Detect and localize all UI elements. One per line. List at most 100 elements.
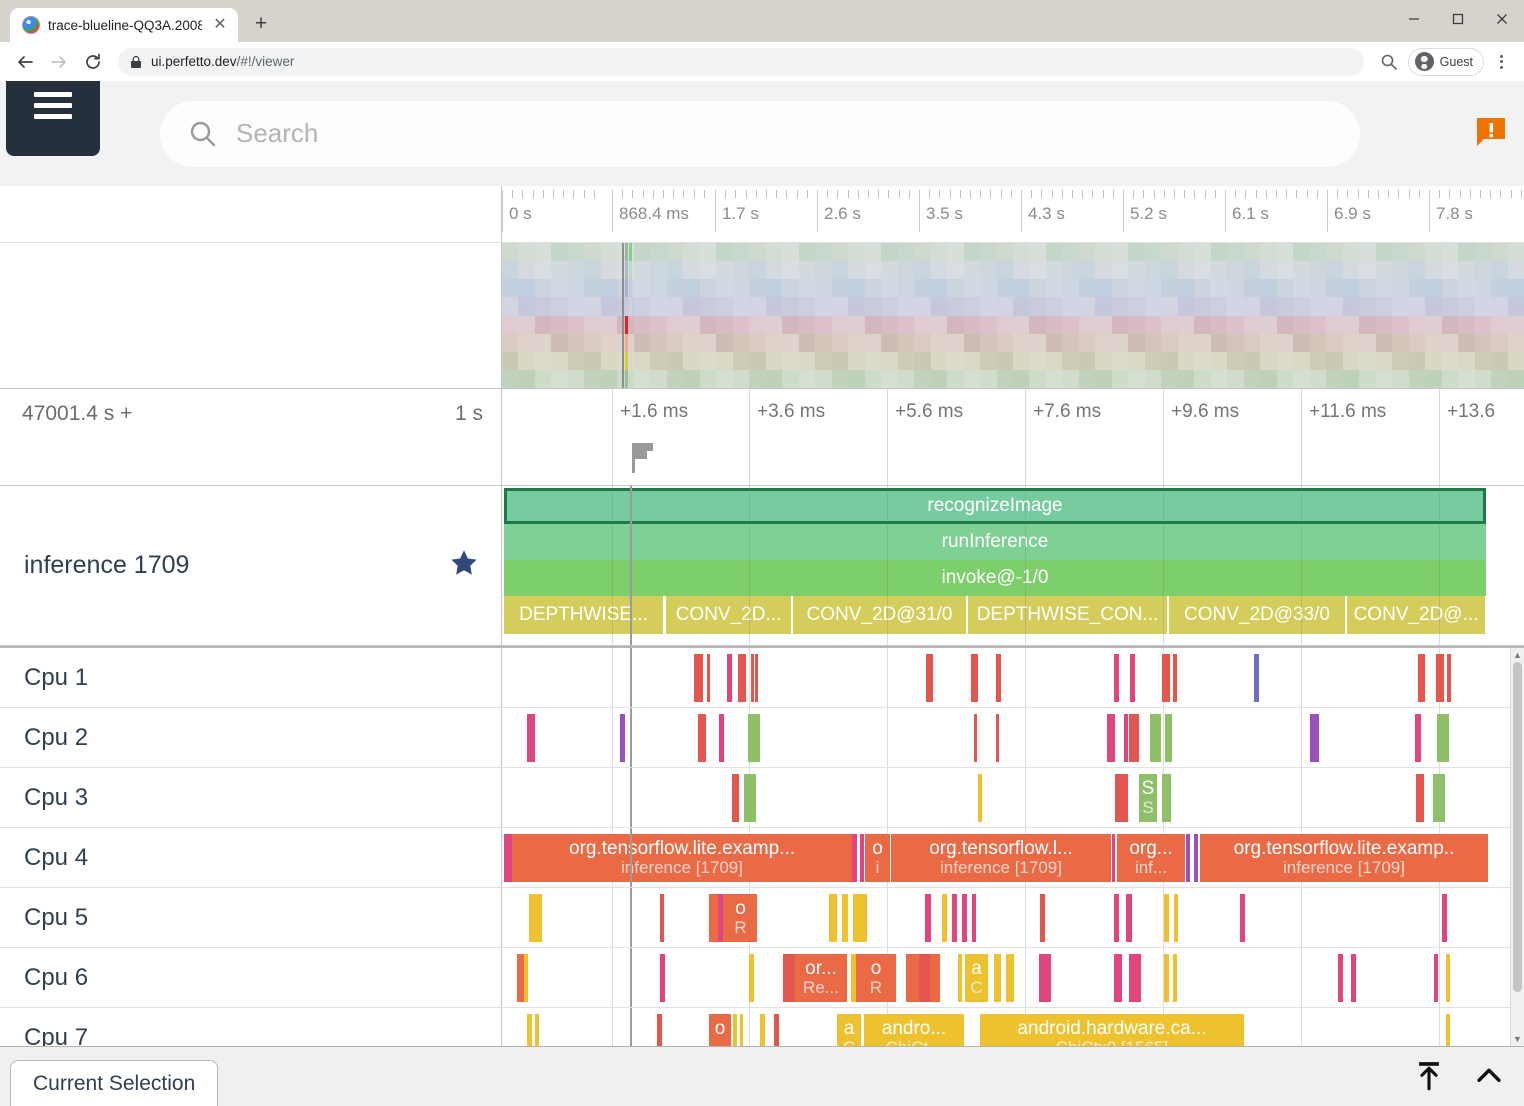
cpu-track-canvas[interactable]: oR <box>502 888 1524 947</box>
cpu-slice[interactable] <box>842 894 848 942</box>
cpu-slice[interactable] <box>698 714 706 762</box>
cpu-track-canvas[interactable]: o. aCandro...ChiCt... android.hardware.ca.… <box>502 1008 1524 1046</box>
cpu-slice[interactable] <box>1162 774 1171 822</box>
cpu-slice[interactable] <box>744 774 756 822</box>
cpu-slice[interactable] <box>1126 894 1132 942</box>
slice[interactable]: CONV_2D@31/0 <box>793 596 967 634</box>
track-shell[interactable]: inference 1709 <box>0 486 502 645</box>
ruler-canvas[interactable]: 0 s868.4 ms1.7 s2.6 s3.5 s4.3 s5.2 s6.1 … <box>502 186 1524 242</box>
cpu-slice[interactable] <box>1039 954 1051 1002</box>
reload-icon[interactable] <box>78 47 108 77</box>
cpu-slice[interactable] <box>1114 894 1119 942</box>
kebab-menu-icon[interactable] <box>1488 55 1514 69</box>
cpu-slice[interactable] <box>749 954 754 1002</box>
cpu-slice[interactable]: o. <box>709 1014 731 1046</box>
cpu-slice[interactable] <box>978 774 982 822</box>
cpu-slice[interactable] <box>1338 954 1343 1002</box>
slice[interactable]: CONV_2D@33/0 <box>1169 596 1346 634</box>
slice[interactable]: invoke@-1/0 <box>504 560 1486 596</box>
cpu-slice[interactable] <box>1442 894 1447 942</box>
omnibox-search[interactable] <box>160 101 1360 167</box>
cpu-slice[interactable] <box>1124 714 1128 762</box>
cpu-slice[interactable] <box>620 714 625 762</box>
cpu-slice[interactable]: or...Re... <box>795 954 847 1002</box>
cpu-slice[interactable]: oi <box>865 834 890 882</box>
cpu-slice[interactable] <box>1115 774 1128 822</box>
overview-minimap[interactable] <box>0 243 1524 388</box>
cpu-track-canvas[interactable] <box>502 648 1524 707</box>
cpu-slice[interactable] <box>1186 834 1190 882</box>
cpu-slice[interactable] <box>1415 714 1421 762</box>
scroll-up-arrow-icon[interactable]: ▲ <box>1511 648 1524 662</box>
cpu-slice[interactable] <box>930 954 940 1002</box>
cpu-slice[interactable] <box>962 894 967 942</box>
cpu-slice[interactable] <box>740 1014 743 1046</box>
cpu-slice[interactable] <box>1173 654 1177 702</box>
error-message-icon[interactable] <box>1472 113 1510 151</box>
slice[interactable]: DEPTHWISE_CON... <box>968 596 1168 634</box>
tab-current-selection[interactable]: Current Selection <box>10 1060 218 1106</box>
cpu-slice[interactable]: org.tensorflow.l...inference [1709] <box>891 834 1111 882</box>
cpu-track-shell[interactable]: Cpu 4 <box>0 828 502 887</box>
cpu-slice[interactable] <box>1416 774 1424 822</box>
cpu-slice[interactable] <box>996 714 999 762</box>
cpu-slice[interactable] <box>1129 954 1141 1002</box>
cpu-slice[interactable] <box>1446 954 1450 1002</box>
browser-tab[interactable]: trace-blueline-QQ3A.200805. ✕ <box>10 8 238 42</box>
slice[interactable]: recognizeImage <box>504 488 1486 524</box>
cpu-slice[interactable] <box>1165 714 1172 762</box>
cpu-slice[interactable]: org.tensorflow.lite.examp..inference [17… <box>1200 834 1488 882</box>
address-bar[interactable]: ui.perfetto.dev/#!/viewer <box>118 48 1364 76</box>
vertical-scrollbar[interactable]: ▲ ▼ <box>1510 648 1524 1046</box>
arrow-back-icon[interactable] <box>10 47 40 77</box>
hamburger-menu-icon[interactable] <box>6 81 100 156</box>
time-ruler[interactable]: 0 s868.4 ms1.7 s2.6 s3.5 s4.3 s5.2 s6.1 … <box>0 186 1524 243</box>
new-tab-button[interactable]: + <box>244 7 278 41</box>
cpu-slice[interactable]: SS <box>1139 774 1157 822</box>
cpu-slice[interactable]: android.hardware.ca...ChiCtx0 [1565] <box>980 1014 1244 1046</box>
cpu-slice[interactable] <box>748 714 760 762</box>
cpu-slice[interactable]: aC <box>837 1014 861 1046</box>
cpu-slice[interactable] <box>529 894 542 942</box>
slice[interactable]: DEPTHWISE... <box>504 596 664 634</box>
slice[interactable]: CONV_2D... <box>666 596 792 634</box>
chevron-up-icon[interactable] <box>1472 1059 1506 1098</box>
cpu-track-shell[interactable]: Cpu 7 <box>0 1008 502 1046</box>
cpu-track-shell[interactable]: Cpu 6 <box>0 948 502 1007</box>
cpu-slice[interactable] <box>707 654 710 702</box>
cpu-slice[interactable] <box>1129 714 1139 762</box>
cpu-slice[interactable] <box>972 894 976 942</box>
minimap-canvas[interactable] <box>502 243 1524 388</box>
cpu-slice[interactable] <box>751 654 754 702</box>
cpu-slice[interactable] <box>1107 714 1115 762</box>
scrollbar-thumb[interactable] <box>1513 662 1522 992</box>
time-offset-ruler[interactable]: 47001.4 s + 1 s +1.6 ms+3.6 ms+5.6 ms+7.… <box>0 388 1524 486</box>
cpu-slice[interactable] <box>1310 714 1319 762</box>
cpu-track-row[interactable]: Cpu 4org.tensorflow.lite.examp...inferen… <box>0 828 1524 888</box>
cpu-slice[interactable] <box>1114 654 1119 702</box>
cpu-slice[interactable] <box>1436 654 1444 702</box>
cpu-slice[interactable] <box>783 954 795 1002</box>
cpu-slice[interactable]: org...inf... <box>1117 834 1185 882</box>
cpu-slice[interactable] <box>657 1014 662 1046</box>
cpu-slice[interactable] <box>1040 894 1045 942</box>
cpu-slice[interactable] <box>1112 834 1115 882</box>
cpu-slice[interactable] <box>504 834 512 882</box>
cpu-slice[interactable] <box>942 894 947 942</box>
cpu-slice[interactable] <box>732 774 739 822</box>
cpu-slice[interactable] <box>1150 714 1161 762</box>
cpu-slice[interactable] <box>760 1014 765 1046</box>
cpu-track-area[interactable]: Cpu 1Cpu 2Cpu 3SSCpu 4org.tensorflow.lit… <box>0 646 1524 1046</box>
window-close-icon[interactable] <box>1480 4 1524 34</box>
cpu-slice[interactable] <box>852 834 857 882</box>
cpu-slice[interactable] <box>1164 954 1169 1002</box>
cpu-slice[interactable] <box>738 654 746 702</box>
cpu-slice[interactable] <box>1006 954 1014 1002</box>
cpu-slice[interactable] <box>1162 654 1170 702</box>
cpu-slice[interactable] <box>1434 954 1438 1002</box>
cpu-slice[interactable]: andro...ChiCt... <box>864 1014 964 1046</box>
cpu-slice[interactable] <box>1437 714 1449 762</box>
cpu-slice[interactable] <box>527 714 535 762</box>
cpu-slice[interactable] <box>694 654 703 702</box>
profile-button[interactable]: Guest <box>1408 48 1484 76</box>
